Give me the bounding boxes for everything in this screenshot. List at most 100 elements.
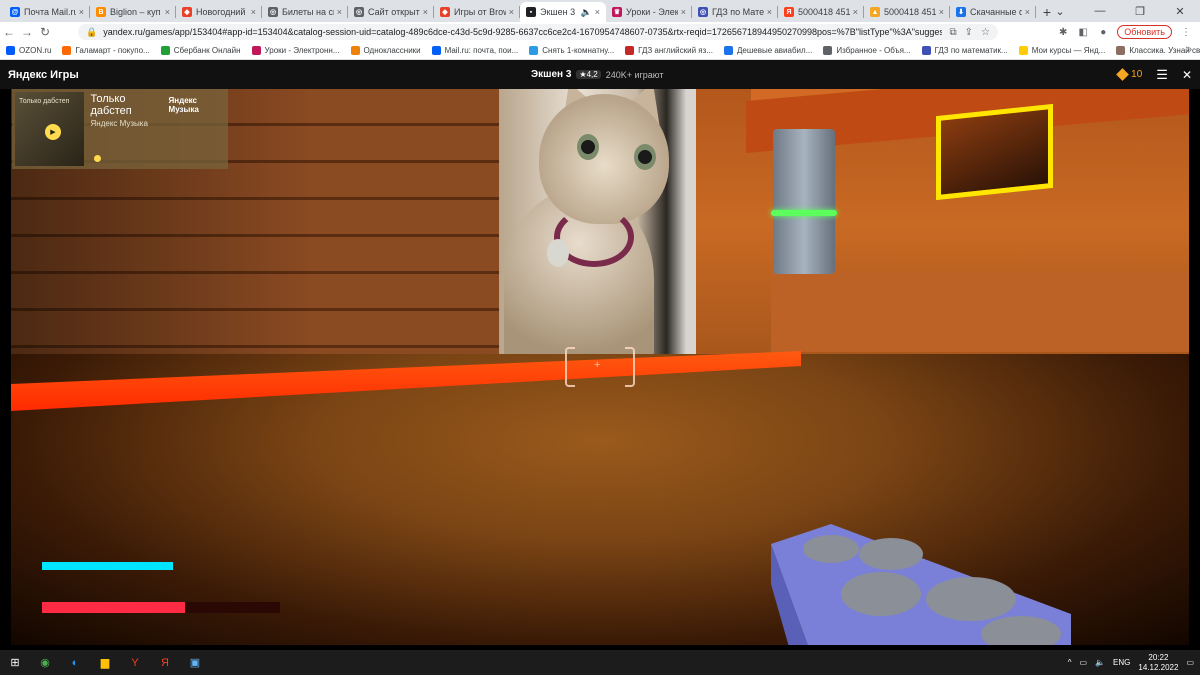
green-ring-light [771, 210, 837, 216]
orange-ledge [771, 272, 1189, 352]
forward-icon[interactable]: → [18, 25, 36, 39]
tab-favicon-icon: ◎ [354, 7, 364, 17]
lock-icon[interactable]: 🔒 [86, 27, 97, 38]
clock[interactable]: 20:22 14.12.2022 [1138, 653, 1178, 673]
bookmark-item[interactable]: Избранное - Объя... [823, 46, 911, 55]
maximize-icon[interactable]: ❐ [1120, 0, 1160, 22]
tab-close-icon[interactable]: × [767, 7, 772, 17]
extensions-icon[interactable]: ✱ [1053, 27, 1073, 38]
tab-title: 5000418 451 [884, 7, 936, 17]
browser-tab[interactable]: @ Почта Mail.ru × [4, 2, 90, 22]
minimize-icon[interactable]: — [1080, 0, 1120, 22]
yandex-icon[interactable]: Я [150, 650, 180, 675]
header-actions: 10 ☰ ✕ [1116, 67, 1192, 83]
browser-tab[interactable]: ♛ Уроки - Элек × [606, 2, 692, 22]
bookmark-label: Уроки - Электронн... [264, 46, 340, 55]
file-explorer-icon[interactable]: ▆ [90, 650, 120, 675]
url-bar[interactable]: 🔒 yandex.ru/games/app/153404#app-id=1534… [78, 24, 998, 40]
bookmarks-more-icon[interactable]: » [1186, 44, 1192, 55]
album-cover[interactable]: Только дабстеп ▶ [15, 92, 84, 166]
volume-icon[interactable]: 🔈 [1095, 658, 1105, 667]
tab-close-icon[interactable]: × [681, 7, 686, 17]
tab-close-icon[interactable]: × [79, 7, 84, 17]
window-close-icon[interactable]: ✕ [1160, 0, 1200, 22]
url-text: yandex.ru/games/app/153404#app-id=153404… [103, 27, 941, 37]
profile-icon[interactable]: ● [1093, 27, 1113, 38]
back-icon[interactable]: ← [0, 25, 18, 39]
gems-counter[interactable]: 10 [1116, 68, 1142, 81]
cat-eye-right [634, 144, 656, 170]
kebab-menu-icon[interactable]: ⋮ [1176, 27, 1196, 38]
close-icon[interactable]: ✕ [1182, 68, 1192, 82]
chrome-icon[interactable]: ◉ [30, 650, 60, 675]
tray-expand-icon[interactable]: ^ [1068, 658, 1072, 667]
bookmark-label: Снять 1-комнатну... [542, 46, 615, 55]
bookmark-favicon-icon [431, 46, 441, 55]
bookmark-label: Мои курсы — Янд... [1031, 46, 1106, 55]
tab-favicon-icon: ◎ [698, 7, 708, 17]
share-icon[interactable]: ⇪ [965, 27, 973, 38]
bookmark-label: Сбербанк Онлайн [173, 46, 241, 55]
tab-close-icon[interactable]: × [509, 7, 514, 17]
control-panel-icon[interactable]: ▣ [180, 650, 210, 675]
browser-tab[interactable]: ◆ Новогодний × [176, 2, 262, 22]
language-indicator[interactable]: ENG [1113, 658, 1130, 667]
yandex-games-logo[interactable]: Яндекс Игры [8, 69, 79, 81]
tab-title: Новогодний [196, 7, 246, 17]
tab-close-icon[interactable]: × [595, 7, 600, 17]
bookmark-item[interactable]: OZON.ru [6, 46, 51, 55]
browser-tab[interactable]: ▲ 5000418 451 × [864, 2, 950, 22]
browser-tab[interactable]: ⬇ Скачанные ф × [950, 2, 1036, 22]
update-button[interactable]: Обновить [1117, 25, 1172, 39]
notifications-icon[interactable]: ▭ [1186, 658, 1194, 667]
browser-tab[interactable]: ▪ Экшен 3 🔈 × [520, 2, 606, 22]
edge-icon[interactable]: ◐ [60, 650, 90, 675]
tab-close-icon[interactable]: × [939, 7, 944, 17]
tab-close-icon[interactable]: × [251, 7, 256, 17]
bookmark-item[interactable]: Уроки - Электронн... [251, 46, 340, 55]
bookmark-item[interactable]: ГДЗ по математик... [921, 46, 1008, 55]
crosshair-left-bracket [565, 347, 575, 387]
bookmark-item[interactable]: Галамарт - покупо... [62, 46, 150, 55]
tab-search-icon[interactable]: ⌄ [1040, 0, 1080, 22]
side-panel-icon[interactable]: ◧ [1073, 27, 1093, 38]
open-in-app-icon[interactable]: ⧉ [950, 27, 957, 38]
windows-start-icon[interactable]: ⊞ [0, 650, 30, 675]
bookmark-item[interactable]: Снять 1-комнатну... [529, 46, 614, 55]
browser-tab[interactable]: ◎ Сайт открыт × [348, 2, 434, 22]
bookmark-label: Дешевые авиабил... [736, 46, 813, 55]
bookmark-item[interactable]: Сбербанк Онлайн [160, 46, 241, 55]
browser-tab[interactable]: ◎ Билеты на сп × [262, 2, 348, 22]
crosshair-right-bracket [625, 347, 635, 387]
bookmark-favicon-icon [823, 46, 833, 55]
bookmark-item[interactable]: Мои курсы — Янд... [1018, 46, 1106, 55]
yandex-browser-icon[interactable]: Y [120, 650, 150, 675]
menu-icon[interactable]: ☰ [1156, 67, 1168, 83]
tab-close-icon[interactable]: × [853, 7, 858, 17]
tab-favicon-icon: Я [784, 7, 794, 17]
browser-tab[interactable]: ◆ Игры от Brow × [434, 2, 520, 22]
play-icon[interactable]: ▶ [45, 124, 61, 140]
bookmark-item[interactable]: Одноклассники [350, 46, 421, 55]
network-icon[interactable]: ▭ [1080, 658, 1088, 667]
tab-close-icon[interactable]: × [423, 7, 428, 17]
browser-tab[interactable]: Я 5000418 451 × [778, 2, 864, 22]
tab-title: 5000418 451 [798, 7, 850, 17]
reload-icon[interactable]: ↻ [36, 25, 54, 39]
bookmark-star-icon[interactable]: ☆ [981, 27, 990, 38]
tab-close-icon[interactable]: × [1025, 7, 1030, 17]
music-widget[interactable]: Только дабстеп ▶ Только дабстеп Яндекс М… [12, 89, 228, 169]
windows-taskbar: ⊞ ◉ ◐ ▆ Y Я ▣ ^ ▭ 🔈 ENG 20:22 14.12.2022… [0, 650, 1200, 675]
bookmark-label: ГДЗ английский яз... [638, 46, 713, 55]
bookmark-item[interactable]: ГДЗ английский яз... [625, 46, 713, 55]
tab-audio-icon[interactable]: 🔈 [581, 7, 592, 18]
browser-tab[interactable]: B Biglion – куп × [90, 2, 176, 22]
tab-close-icon[interactable]: × [337, 7, 342, 17]
tab-close-icon[interactable]: × [165, 7, 170, 17]
game-canvas[interactable]: + Только дабстеп ▶ Только дабстеп Яндекс… [11, 89, 1189, 645]
bookmark-item[interactable]: Mail.ru: почта, пои... [431, 46, 518, 55]
bookmark-item[interactable]: Дешевые авиабил... [723, 46, 813, 55]
tab-title: Biglion – куп [110, 7, 161, 17]
tab-favicon-icon: ▪ [526, 7, 536, 17]
browser-tab[interactable]: ◎ ГДЗ по Мате × [692, 2, 778, 22]
